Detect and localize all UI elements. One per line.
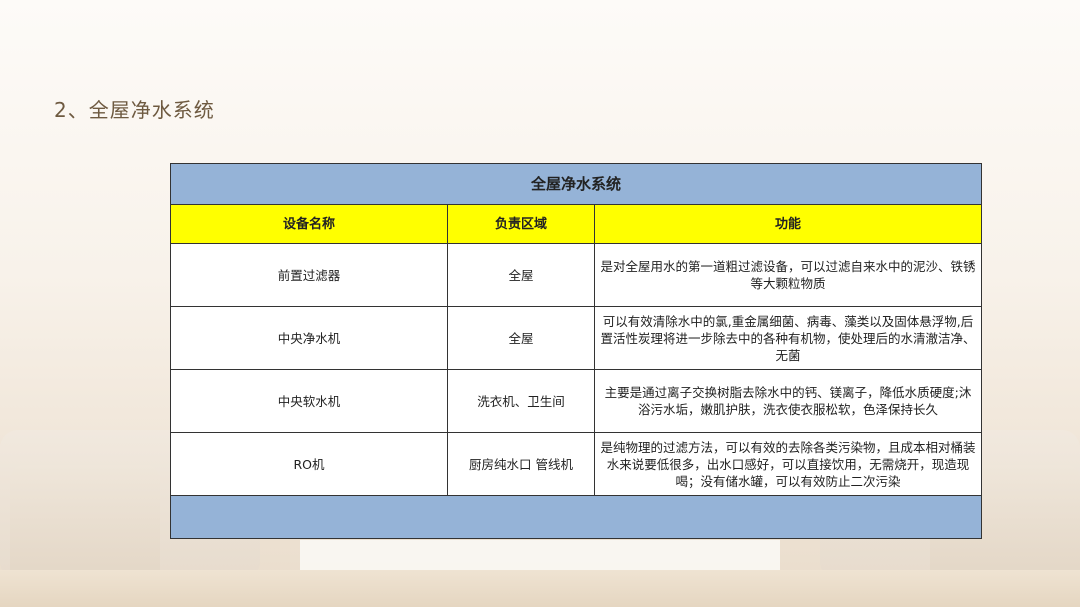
area-cell: 洗衣机、卫生间 bbox=[447, 369, 595, 433]
table-row: 前置过滤器 全屋 是对全屋用水的第一道粗过滤设备，可以过滤自来水中的泥沙、铁锈等… bbox=[170, 243, 983, 307]
area-cell: 厨房纯水口 管线机 bbox=[447, 432, 595, 496]
table-header-row: 设备名称 负责区域 功能 bbox=[170, 204, 983, 244]
water-system-table: 全屋净水系统 设备名称 负责区域 功能 前置过滤器 全屋 是对全屋用水的第一道粗… bbox=[169, 163, 983, 539]
device-name-cell: 中央软水机 bbox=[170, 369, 448, 433]
header-function: 功能 bbox=[593, 204, 983, 244]
sofa-left-arm-image bbox=[10, 465, 160, 585]
function-cell: 是纯物理的过滤方法，可以有效的去除各类污染物，且成本相对桶装水来说要低很多，出水… bbox=[593, 432, 983, 496]
device-name-cell: 中央净水机 bbox=[170, 306, 448, 370]
device-name-cell: RO机 bbox=[170, 432, 448, 496]
table-row: 中央软水机 洗衣机、卫生间 主要是通过离子交换树脂去除水中的钙、镁离子，降低水质… bbox=[170, 369, 983, 433]
function-cell: 主要是通过离子交换树脂去除水中的钙、镁离子，降低水质硬度;沐浴污水垢，嫩肌护肤，… bbox=[593, 369, 983, 433]
table-row: RO机 厨房纯水口 管线机 是纯物理的过滤方法，可以有效的去除各类污染物，且成本… bbox=[170, 432, 983, 496]
coffee-table-image bbox=[300, 540, 780, 580]
header-device-name: 设备名称 bbox=[170, 204, 448, 244]
table-footer-cell bbox=[169, 495, 983, 539]
area-cell: 全屋 bbox=[447, 306, 595, 370]
header-area: 负责区域 bbox=[447, 204, 595, 244]
floor-image bbox=[0, 570, 1080, 607]
table-caption: 全屋净水系统 bbox=[169, 163, 983, 205]
area-cell: 全屋 bbox=[447, 243, 595, 307]
table-row: 中央净水机 全屋 可以有效清除水中的氯,重金属细菌、病毒、藻类以及固体悬浮物,后… bbox=[170, 306, 983, 370]
function-cell: 是对全屋用水的第一道粗过滤设备，可以过滤自来水中的泥沙、铁锈等大颗粒物质 bbox=[593, 243, 983, 307]
device-name-cell: 前置过滤器 bbox=[170, 243, 448, 307]
table-caption-row: 全屋净水系统 bbox=[169, 163, 983, 205]
function-cell: 可以有效清除水中的氯,重金属细菌、病毒、藻类以及固体悬浮物,后置活性炭理将进一步… bbox=[593, 306, 983, 370]
table-footer-row bbox=[169, 495, 983, 539]
page-title: 2、全屋净水系统 bbox=[54, 98, 215, 122]
